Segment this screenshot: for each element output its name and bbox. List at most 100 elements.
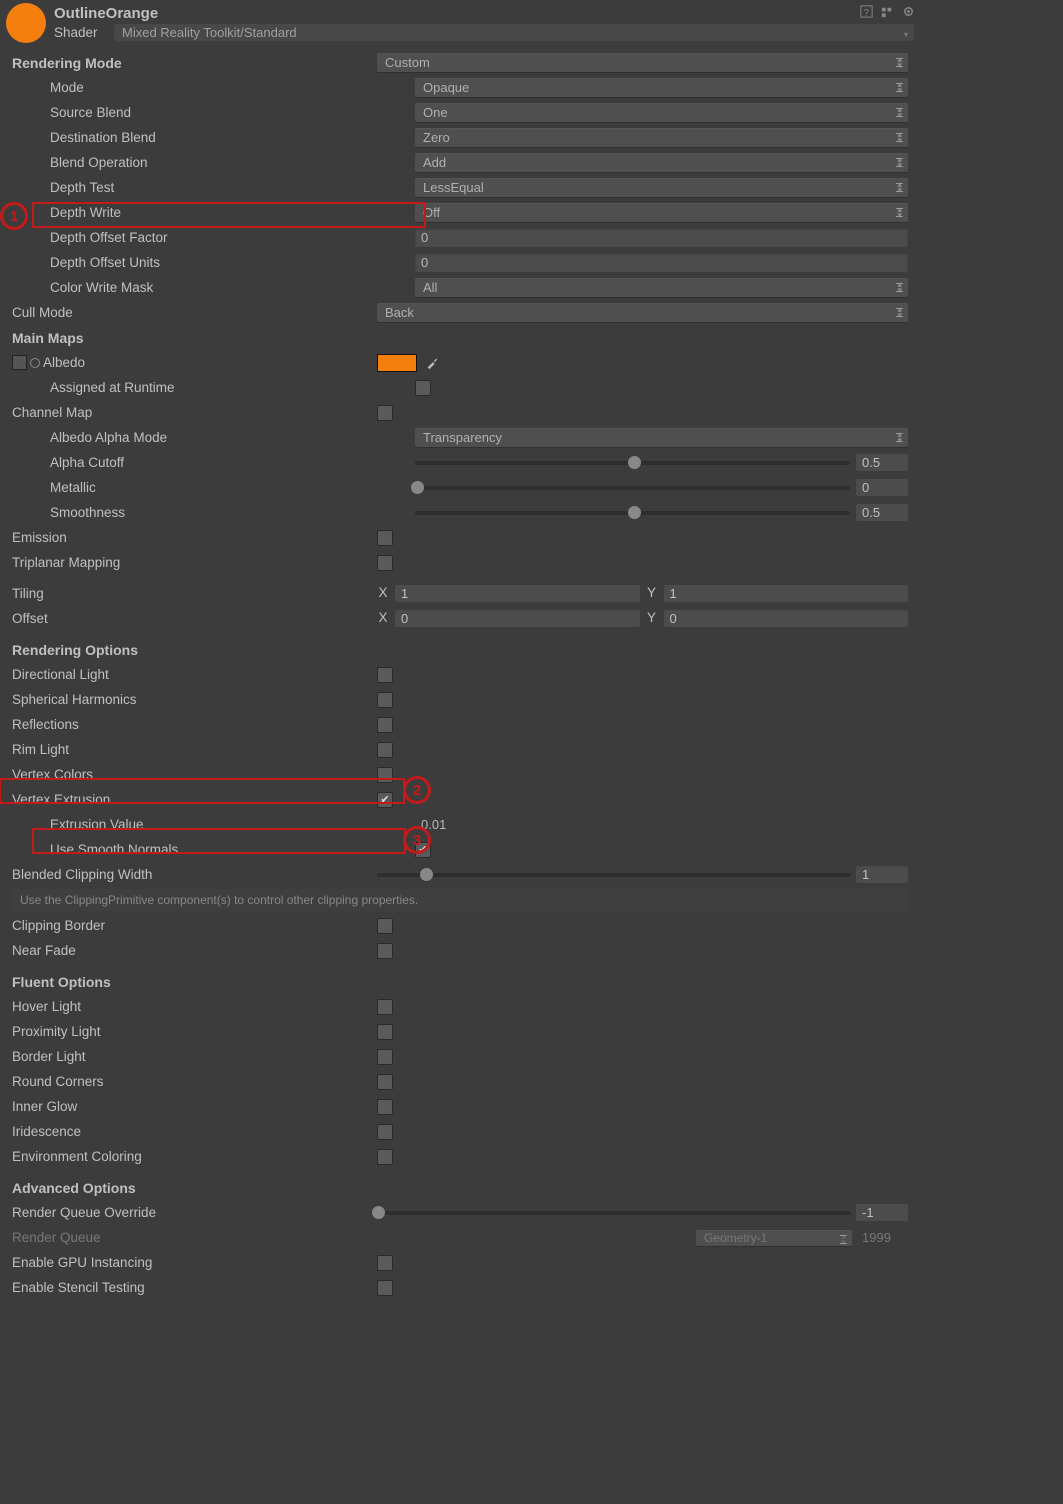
depth-offset-units-field[interactable]: 0 xyxy=(415,253,908,272)
triplanar-mapping-checkbox[interactable] xyxy=(377,555,393,571)
depth-offset-factor-label: Depth Offset Factor xyxy=(12,230,415,245)
enable-stencil-testing-checkbox[interactable] xyxy=(377,1280,393,1296)
vertex-extrusion-checkbox[interactable] xyxy=(377,792,393,808)
color-write-mask-label: Color Write Mask xyxy=(12,280,415,295)
gear-icon[interactable] xyxy=(901,4,916,19)
render-queue-value: 1999 xyxy=(856,1229,908,1246)
render-queue-override-slider[interactable] xyxy=(377,1211,850,1215)
enable-gpu-instancing-checkbox[interactable] xyxy=(377,1255,393,1271)
spherical-harmonics-label: Spherical Harmonics xyxy=(12,692,377,707)
albedo-color-swatch[interactable] xyxy=(377,354,417,372)
channel-map-label: Channel Map xyxy=(12,405,377,420)
tiling-x-field[interactable]: 1 xyxy=(395,585,640,602)
rim-light-checkbox[interactable] xyxy=(377,742,393,758)
mode-dropdown[interactable]: Opaque▴▾ xyxy=(415,78,908,97)
color-write-mask-dropdown[interactable]: All▴▾ xyxy=(415,278,908,297)
near-fade-checkbox[interactable] xyxy=(377,943,393,959)
offset-x-field[interactable]: 0 xyxy=(395,610,640,627)
alpha-cutoff-value[interactable]: 0.5 xyxy=(856,454,908,471)
directional-light-label: Directional Light xyxy=(12,667,377,682)
render-queue-dropdown: Geometry-1▴▾ xyxy=(696,1230,852,1246)
depth-write-label: Depth Write xyxy=(12,205,415,220)
environment-coloring-label: Environment Coloring xyxy=(12,1149,377,1164)
alpha-cutoff-slider[interactable] xyxy=(415,461,850,465)
extrusion-value-field[interactable]: 0.01 xyxy=(415,815,908,834)
assigned-at-runtime-label: Assigned at Runtime xyxy=(12,380,415,395)
x-label: X xyxy=(377,610,389,627)
depth-offset-factor-field[interactable]: 0 xyxy=(415,228,908,247)
smoothness-slider[interactable] xyxy=(415,511,850,515)
offset-y-field[interactable]: 0 xyxy=(664,610,909,627)
reflections-checkbox[interactable] xyxy=(377,717,393,733)
enable-gpu-instancing-label: Enable GPU Instancing xyxy=(12,1255,377,1270)
cull-mode-label: Cull Mode xyxy=(12,305,377,320)
albedo-picker-icon[interactable] xyxy=(30,358,40,368)
render-queue-override-label: Render Queue Override xyxy=(12,1205,377,1220)
enable-stencil-testing-label: Enable Stencil Testing xyxy=(12,1280,377,1295)
hover-light-checkbox[interactable] xyxy=(377,999,393,1015)
use-smooth-normals-checkbox[interactable] xyxy=(415,842,431,858)
mode-label: Mode xyxy=(12,80,415,95)
near-fade-label: Near Fade xyxy=(12,943,377,958)
blended-clipping-width-slider[interactable] xyxy=(377,873,850,877)
depth-offset-units-label: Depth Offset Units xyxy=(12,255,415,270)
vertex-colors-checkbox[interactable] xyxy=(377,767,393,783)
eyedropper-icon[interactable] xyxy=(425,356,439,370)
albedo-label: Albedo xyxy=(43,355,85,370)
destination-blend-dropdown[interactable]: Zero▴▾ xyxy=(415,128,908,147)
vertex-extrusion-label: Vertex Extrusion xyxy=(12,792,377,807)
environment-coloring-checkbox[interactable] xyxy=(377,1149,393,1165)
channel-map-checkbox[interactable] xyxy=(377,405,393,421)
source-blend-dropdown[interactable]: One▴▾ xyxy=(415,103,908,122)
border-light-label: Border Light xyxy=(12,1049,377,1064)
tiling-y-field[interactable]: 1 xyxy=(664,585,909,602)
metallic-slider[interactable] xyxy=(415,486,850,490)
x-label: X xyxy=(377,585,389,602)
alpha-cutoff-label: Alpha Cutoff xyxy=(12,455,415,470)
emission-checkbox[interactable] xyxy=(377,530,393,546)
inner-glow-checkbox[interactable] xyxy=(377,1099,393,1115)
render-queue-override-value[interactable]: -1 xyxy=(856,1204,908,1221)
material-preview-swatch[interactable] xyxy=(6,3,46,43)
clipping-border-checkbox[interactable] xyxy=(377,918,393,934)
inner-glow-label: Inner Glow xyxy=(12,1099,377,1114)
material-name: OutlineOrange xyxy=(54,5,914,22)
header: OutlineOrange Shader Mixed Reality Toolk… xyxy=(0,0,920,46)
border-light-checkbox[interactable] xyxy=(377,1049,393,1065)
advanced-options-title: Advanced Options xyxy=(12,1180,377,1196)
assigned-at-runtime-checkbox[interactable] xyxy=(415,380,431,396)
extrusion-value-label: Extrusion Value xyxy=(12,817,415,832)
rim-light-label: Rim Light xyxy=(12,742,377,757)
proximity-light-checkbox[interactable] xyxy=(377,1024,393,1040)
blended-clipping-width-value[interactable]: 1 xyxy=(856,866,908,883)
round-corners-label: Round Corners xyxy=(12,1074,377,1089)
destination-blend-label: Destination Blend xyxy=(12,130,415,145)
reflections-label: Reflections xyxy=(12,717,377,732)
spherical-harmonics-checkbox[interactable] xyxy=(377,692,393,708)
albedo-texture-slot[interactable] xyxy=(12,355,27,370)
albedo-alpha-mode-label: Albedo Alpha Mode xyxy=(12,430,415,445)
tiling-label: Tiling xyxy=(12,586,377,601)
albedo-alpha-mode-dropdown[interactable]: Transparency▴▾ xyxy=(415,428,908,447)
svg-text:?: ? xyxy=(864,7,869,17)
shader-label: Shader xyxy=(54,25,114,40)
offset-label: Offset xyxy=(12,611,377,626)
vertex-colors-label: Vertex Colors xyxy=(12,767,377,782)
help-icon[interactable]: ? xyxy=(859,4,874,19)
metallic-value[interactable]: 0 xyxy=(856,479,908,496)
shader-value: Mixed Reality Toolkit/Standard xyxy=(122,25,297,40)
depth-test-dropdown[interactable]: LessEqual▴▾ xyxy=(415,178,908,197)
proximity-light-label: Proximity Light xyxy=(12,1024,377,1039)
preset-icon[interactable] xyxy=(880,4,895,19)
iridescence-checkbox[interactable] xyxy=(377,1124,393,1140)
blend-operation-dropdown[interactable]: Add▴▾ xyxy=(415,153,908,172)
smoothness-value[interactable]: 0.5 xyxy=(856,504,908,521)
rendering-mode-dropdown[interactable]: Custom▴▾ xyxy=(377,53,908,72)
cull-mode-dropdown[interactable]: Back▴▾ xyxy=(377,303,908,322)
shader-dropdown[interactable]: Mixed Reality Toolkit/Standard▾ xyxy=(114,24,914,41)
fluent-options-title: Fluent Options xyxy=(12,974,377,990)
round-corners-checkbox[interactable] xyxy=(377,1074,393,1090)
depth-write-dropdown[interactable]: Off▴▾ xyxy=(415,203,908,222)
blend-operation-label: Blend Operation xyxy=(12,155,415,170)
directional-light-checkbox[interactable] xyxy=(377,667,393,683)
